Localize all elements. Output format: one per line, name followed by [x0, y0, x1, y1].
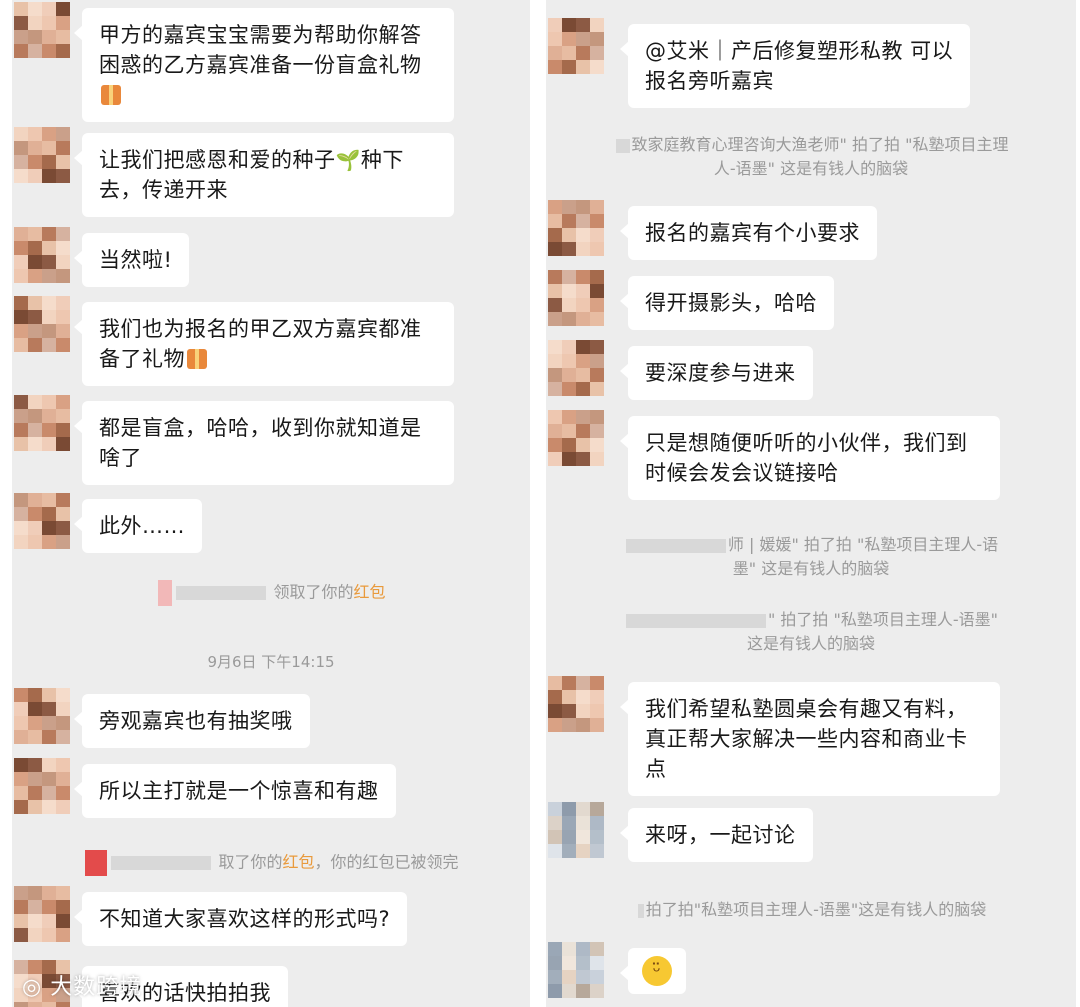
- watermark-text: 大数跨境: [50, 975, 143, 1000]
- message-text: 我们也为报名的甲乙双方嘉宾都准: [99, 317, 422, 341]
- message-bubble[interactable]: 得开摄影头，哈哈: [620, 276, 834, 330]
- system-text: ，你的红包已被领完: [314, 852, 459, 872]
- avatar[interactable]: [548, 942, 604, 998]
- system-text: " 拍了拍 "私塾项目主理人-语墨": [767, 610, 999, 629]
- message-text: 不知道大家喜欢这样的形式吗?: [99, 907, 391, 931]
- avatar[interactable]: [548, 200, 604, 256]
- system-notice-pat: " 拍了拍 "私塾项目主理人-语墨" 这是有钱人的脑袋: [546, 608, 1076, 656]
- message-text: 来呀，一起讨论: [645, 823, 796, 847]
- message-text: @艾米｜产后修复塑形私教 可以: [645, 39, 954, 63]
- system-text: 师 | 媛媛" 拍了拍 "私塾项目主理人-语: [727, 535, 999, 554]
- system-notice-pat: 拍了拍"私塾项目主理人-语墨"这是有钱人的脑袋: [546, 898, 1076, 922]
- message-bubble[interactable]: 都是盲盒，哈哈，收到你就知道是 啥了: [74, 401, 454, 485]
- blurred-name: [111, 856, 212, 870]
- message-text: 去，传递开来: [99, 178, 228, 202]
- message-bubble[interactable]: 我们也为报名的甲乙双方嘉宾都准 备了礼物: [74, 302, 454, 386]
- system-notice-pat: 师 | 媛媛" 拍了拍 "私塾项目主理人-语 墨" 这是有钱人的脑袋: [546, 533, 1076, 581]
- message-text: 所以主打就是一个惊喜和有趣: [99, 779, 379, 803]
- avatar[interactable]: [14, 493, 70, 549]
- watermark-logo: ◎ 大数跨境: [22, 975, 143, 1000]
- gift-icon: [101, 85, 121, 105]
- chat-panel-right[interactable]: @艾米｜产后修复塑形私教 可以 报名旁听嘉宾 致家庭教育心理咨询大渔老师" 拍了…: [546, 0, 1076, 1007]
- blurred-name: [176, 586, 267, 600]
- message-bubble[interactable]: 我们希望私塾圆桌会有趣又有料， 真正帮大家解决一些内容和商业卡 点: [620, 682, 1000, 796]
- message-text: 真正帮大家解决一些内容和商业卡: [645, 727, 968, 751]
- blurred-avatar: [85, 850, 108, 876]
- avatar[interactable]: [548, 676, 604, 732]
- blurred-name: [625, 538, 726, 553]
- message-bubble[interactable]: 旁观嘉宾也有抽奖哦: [74, 694, 310, 748]
- message-bubble[interactable]: 要深度参与进来: [620, 346, 813, 400]
- message-text: 点: [645, 757, 667, 781]
- system-text: 这是有钱人的脑袋: [746, 634, 875, 653]
- avatar[interactable]: [548, 270, 604, 326]
- avatar[interactable]: [14, 886, 70, 942]
- system-text: 致家庭教育心理咨询大渔老师" 拍了拍 "私塾项目主理: [631, 135, 1009, 154]
- message-text: 啥了: [99, 446, 142, 470]
- message-text: 此外……: [99, 514, 185, 538]
- avatar[interactable]: [548, 340, 604, 396]
- system-text: 墨" 这是有钱人的脑袋: [732, 559, 890, 578]
- message-text: 我们希望私塾圆桌会有趣又有料，: [645, 697, 968, 721]
- system-notice-red-packet: 领取了你的红包: [12, 580, 530, 606]
- message-text: 让我们把感恩和爱的种子: [99, 148, 336, 172]
- system-text: 拍了拍"私塾项目主理人-语墨"这是有钱人的脑袋: [645, 900, 987, 919]
- message-text: 困惑的乙方嘉宾准备一份盲盒礼物: [99, 53, 422, 77]
- red-packet-link[interactable]: 红包: [283, 853, 315, 872]
- message-text: 时候会发会议链接哈: [645, 461, 839, 485]
- message-text: 报名的嘉宾有个小要求: [645, 221, 860, 245]
- chat-panel-left[interactable]: 甲方的嘉宾宝宝需要为帮助你解答 困惑的乙方嘉宾准备一份盲盒礼物 让我们把感恩和爱…: [12, 0, 530, 1007]
- avatar[interactable]: [548, 410, 604, 466]
- blurred-avatar: [158, 580, 173, 606]
- avatar[interactable]: [14, 227, 70, 283]
- avatar[interactable]: [548, 18, 604, 74]
- message-bubble[interactable]: 让我们把感恩和爱的种子🌱种下 去，传递开来: [74, 133, 454, 217]
- avatar[interactable]: [14, 2, 70, 58]
- message-bubble[interactable]: 当然啦!: [73, 233, 190, 287]
- avatar[interactable]: [548, 802, 604, 858]
- message-text: 当然啦!: [99, 248, 173, 272]
- blurred-name: [615, 138, 630, 153]
- red-packet-link[interactable]: 红包: [354, 583, 386, 602]
- message-text: 甲方的嘉宾宝宝需要为帮助你解答: [99, 23, 422, 47]
- avatar[interactable]: [14, 127, 70, 183]
- message-bubble[interactable]: 报名的嘉宾有个小要求: [620, 206, 877, 260]
- avatar[interactable]: [14, 688, 70, 744]
- message-bubble[interactable]: ᵕ̈: [620, 948, 686, 994]
- message-bubble[interactable]: 不知道大家喜欢这样的形式吗?: [73, 892, 408, 946]
- message-text: 只是想随便听听的小伙伴，我们到: [645, 431, 968, 455]
- message-text: 种下: [360, 148, 404, 172]
- sprout-icon: 🌱: [335, 148, 361, 172]
- message-bubble[interactable]: @艾米｜产后修复塑形私教 可以 报名旁听嘉宾: [619, 24, 971, 108]
- message-text: 都是盲盒，哈哈，收到你就知道是: [99, 416, 422, 440]
- message-text: 旁观嘉宾也有抽奖哦: [99, 709, 293, 733]
- system-text: 人-语墨" 这是有钱人的脑袋: [713, 159, 909, 178]
- message-text: 备了礼物: [99, 347, 185, 371]
- timestamp: 9月6日 下午14:15: [207, 653, 335, 671]
- message-text: 要深度参与进来: [645, 361, 796, 385]
- system-text: 领取了你的: [273, 582, 354, 602]
- system-notice-pat: 致家庭教育心理咨询大渔老师" 拍了拍 "私塾项目主理 人-语墨" 这是有钱人的脑…: [546, 133, 1076, 181]
- system-text: 取了你的: [218, 852, 283, 872]
- grin-emoji-icon: ᵕ̈: [642, 956, 672, 986]
- message-text: 报名旁听嘉宾: [645, 69, 774, 93]
- message-bubble[interactable]: 只是想随便听听的小伙伴，我们到 时候会发会议链接哈: [620, 416, 1000, 500]
- blurred-name: [637, 903, 644, 918]
- message-bubble[interactable]: 来呀，一起讨论: [620, 808, 813, 862]
- system-notice-red-packet: 取了你的红包，你的红包已被领完: [12, 850, 530, 876]
- avatar[interactable]: [14, 758, 70, 814]
- blurred-name: [625, 613, 766, 628]
- message-bubble[interactable]: 此外……: [74, 499, 202, 553]
- message-bubble[interactable]: 所以主打就是一个惊喜和有趣: [74, 764, 396, 818]
- message-bubble[interactable]: 甲方的嘉宾宝宝需要为帮助你解答 困惑的乙方嘉宾准备一份盲盒礼物: [74, 8, 454, 122]
- avatar[interactable]: [14, 395, 70, 451]
- gift-icon: [187, 349, 207, 369]
- message-text: 得开摄影头，哈哈: [645, 291, 817, 315]
- avatar[interactable]: [14, 296, 70, 352]
